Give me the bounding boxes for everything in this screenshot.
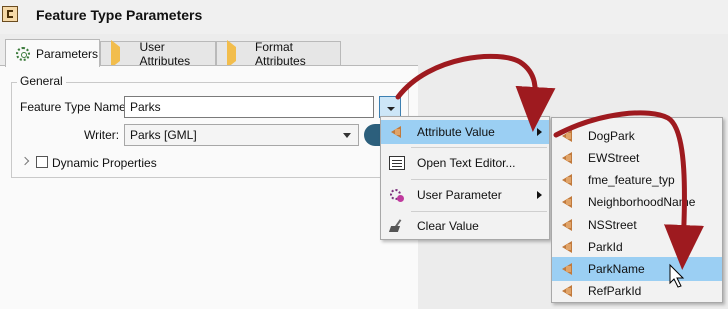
submenu-arrow-icon: [537, 191, 542, 199]
attribute-item-neighborhoodname[interactable]: NeighborhoodName: [552, 190, 722, 214]
attribute-item-parkname[interactable]: ParkName: [552, 257, 722, 281]
user-parameter-icon: [389, 188, 405, 202]
feature-type-name-label: Feature Type Name:: [20, 100, 130, 114]
tab-format-attributes[interactable]: Format Attributes: [216, 39, 341, 68]
general-group-label: General: [17, 74, 66, 88]
broom-icon: [389, 219, 405, 233]
attribute-item-ewstreet[interactable]: EWStreet: [552, 146, 722, 170]
attribute-item-label: NSStreet: [588, 218, 637, 232]
text-editor-icon: [389, 156, 405, 170]
attribute-item-label: DogPark: [588, 129, 635, 143]
attribute-item-label: EWStreet: [588, 151, 640, 165]
attribute-submenu: DogPark EWStreet fme_feature_typ Neighbo…: [551, 117, 723, 303]
menu-item-clear-value[interactable]: Clear Value: [381, 214, 549, 238]
attribute-icon: [560, 218, 576, 232]
attribute-item-label: RefParkId: [588, 284, 642, 298]
attribute-item-label: NeighborhoodName: [588, 195, 696, 209]
tab-user-attributes[interactable]: User Attributes: [100, 39, 216, 68]
attribute-icon: [560, 151, 576, 165]
attribute-icon: [560, 262, 576, 276]
value-options-button[interactable]: [379, 96, 401, 118]
menu-item-label: Attribute Value: [417, 125, 495, 139]
tab-user-attributes-label: User Attributes: [139, 39, 191, 68]
attribute-item-dogpark[interactable]: DogPark: [552, 124, 722, 148]
gear-icon: [16, 46, 30, 61]
attribute-icon: [560, 195, 576, 209]
tab-format-attributes-label: Format Attributes: [255, 39, 306, 68]
attribute-item-label: ParkId: [588, 240, 623, 254]
dynamic-properties-checkbox[interactable]: [36, 156, 48, 168]
attribute-icon: [560, 284, 576, 298]
attribute-item-refparkid[interactable]: RefParkId: [552, 279, 722, 303]
menu-item-open-text-editor[interactable]: Open Text Editor...: [381, 151, 549, 175]
attribute-item-nsstreet[interactable]: NSStreet: [552, 213, 722, 237]
menu-item-label: Clear Value: [417, 219, 479, 233]
menu-item-attribute-value[interactable]: Attribute Value: [381, 120, 549, 144]
tab-parameters-label: Parameters: [36, 46, 99, 61]
dynamic-properties-label: Dynamic Properties: [52, 156, 157, 170]
value-context-menu: Attribute Value Open Text Editor... User…: [380, 116, 550, 240]
attribute-item-fme-feature-type[interactable]: fme_feature_typ: [552, 168, 722, 192]
attribute-icon: [560, 173, 576, 187]
menu-item-user-parameter[interactable]: User Parameter: [381, 183, 549, 207]
attribute-item-parkid[interactable]: ParkId: [552, 235, 722, 259]
attribute-item-label: ParkName: [588, 262, 645, 276]
annotation-arrow: [395, 53, 556, 132]
menu-separator: [411, 147, 547, 148]
attribute-icon: [560, 129, 576, 143]
menu-separator: [411, 179, 547, 180]
feature-type-name-input[interactable]: Parks: [124, 96, 374, 118]
submenu-arrow-icon: [537, 128, 542, 136]
attribute-icon: [560, 240, 576, 254]
menu-separator: [411, 211, 547, 212]
writer-select[interactable]: Parks [GML]: [124, 124, 359, 146]
menu-item-label: Open Text Editor...: [417, 156, 516, 170]
feature-type-icon: [2, 6, 18, 22]
attribute-item-label: fme_feature_typ: [588, 173, 675, 187]
tab-parameters[interactable]: Parameters: [5, 39, 100, 67]
attribute-icon: [389, 125, 405, 139]
menu-item-label: User Parameter: [417, 188, 502, 202]
diamond-icon: [227, 39, 249, 68]
diamond-icon: [111, 39, 133, 68]
writer-label: Writer:: [84, 128, 120, 142]
window-title: Feature Type Parameters: [36, 7, 203, 23]
title-bar: Feature Type Parameters: [0, 0, 728, 34]
